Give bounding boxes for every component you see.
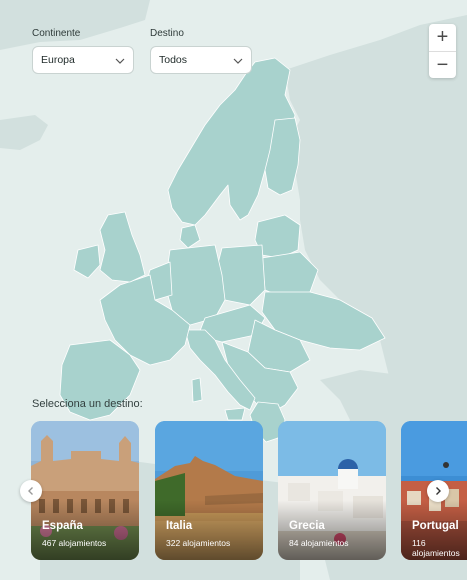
- card-name: España: [42, 520, 83, 532]
- chevron-right-icon: [436, 487, 441, 495]
- card-count: 467 alojamientos: [42, 538, 107, 548]
- continent-select[interactable]: Europa: [32, 46, 134, 74]
- carousel-title: Selecciona un destino:: [32, 398, 143, 410]
- carousel-prev-button[interactable]: [20, 480, 42, 502]
- sardinia: [191, 377, 203, 403]
- continent-label: Continente: [32, 28, 81, 39]
- carousel-next-button[interactable]: [427, 480, 449, 502]
- destination-label: Destino: [150, 28, 184, 39]
- card-name: Portugal: [412, 520, 459, 532]
- card-count: 84 alojamientos: [289, 538, 349, 548]
- chevron-left-icon: [28, 487, 33, 495]
- zoom-out-button[interactable]: −: [429, 52, 456, 78]
- destination-card-spain[interactable]: España 467 alojamientos: [31, 421, 139, 560]
- card-name: Grecia: [289, 520, 325, 532]
- chevron-down-icon: [233, 58, 243, 64]
- destination-card-greece[interactable]: Grecia 84 alojamientos: [278, 421, 386, 560]
- destination-select[interactable]: Todos: [150, 46, 252, 74]
- card-name: Italia: [166, 520, 193, 532]
- destination-card-italy[interactable]: Italia 322 alojamientos: [155, 421, 263, 560]
- zoom-controls: + −: [429, 24, 456, 78]
- card-count: 322 alojamientos: [166, 538, 231, 548]
- continent-value: Europa: [41, 54, 75, 66]
- card-count: 116 alojamientos: [412, 538, 460, 558]
- chevron-down-icon: [115, 58, 125, 64]
- zoom-in-button[interactable]: +: [429, 24, 456, 51]
- destination-value: Todos: [159, 54, 188, 66]
- sicily: [224, 407, 246, 421]
